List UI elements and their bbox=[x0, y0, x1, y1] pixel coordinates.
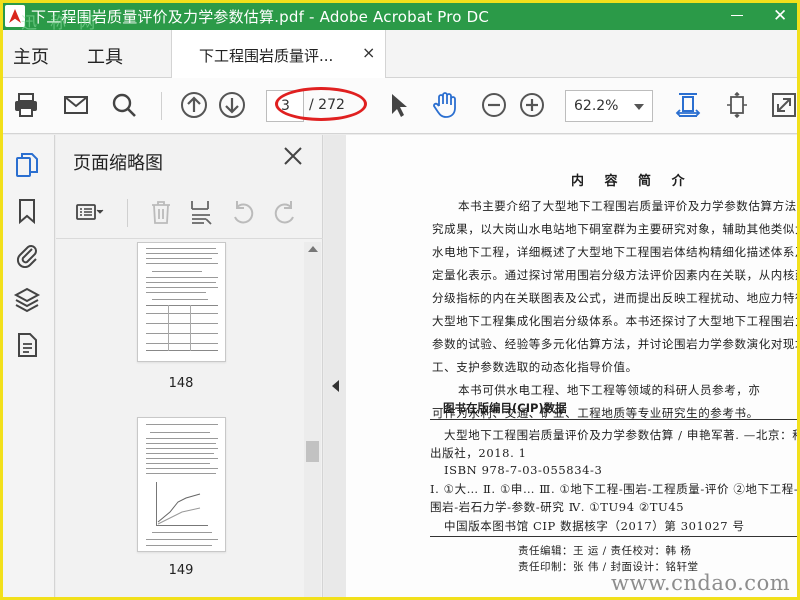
cip-top-rule bbox=[430, 419, 797, 420]
close-tab-button[interactable]: × bbox=[362, 43, 375, 62]
page-thumbnail[interactable] bbox=[137, 417, 226, 552]
intro-line: 参数的试验、经验等多元化估算方法，并讨论围岩力学参数演化对现场施 bbox=[432, 337, 797, 351]
pdf-page: 内 容 简 介 本书主要介绍了大型地下工程围岩质量评价及力学参数估算方法的研 究… bbox=[346, 135, 797, 597]
cip-line: 大型地下工程围岩质量评价及力学参数估算 / 申艳军著. —北京：科学 bbox=[444, 428, 797, 442]
acrobat-window: 下工程围岩质量评价及力学参数估算.pdf - Adobe Acrobat Pro… bbox=[0, 0, 800, 600]
thumbnail-list: 148 149 bbox=[56, 242, 304, 597]
document-properties-icon[interactable] bbox=[13, 331, 41, 359]
delete-icon[interactable] bbox=[146, 197, 176, 227]
thumbnail-scrollbar[interactable] bbox=[304, 242, 321, 597]
cip-bottom-rule bbox=[430, 536, 797, 537]
panel-collapse-strip[interactable] bbox=[324, 135, 346, 597]
menu-bar: 主页 工具 下工程围岩质量评... × bbox=[3, 30, 797, 78]
intro-line: 分级指标的内在关联图表及公式，进而提出反映工程扰动、地应力特征的 bbox=[432, 291, 797, 305]
close-icon[interactable] bbox=[282, 145, 304, 167]
cip-line: Ⅰ. ①大… Ⅱ. ①申… Ⅲ. ①地下工程-围岩-工程质量-评价 ②地下工程- bbox=[430, 482, 797, 496]
zoom-in-icon[interactable] bbox=[517, 90, 547, 120]
thumbnail-toolbar bbox=[56, 187, 323, 239]
bookmark-icon[interactable] bbox=[13, 197, 41, 225]
document-tab[interactable]: 下工程围岩质量评... × bbox=[171, 30, 386, 78]
chevron-down-icon bbox=[634, 104, 644, 110]
select-arrow-icon[interactable] bbox=[383, 90, 413, 120]
tools-menu[interactable]: 工具 bbox=[87, 43, 123, 69]
document-tab-label: 下工程围岩质量评... bbox=[199, 47, 334, 65]
red-highlight-ellipse bbox=[275, 87, 367, 121]
cip-title: 图书在版编目(CIP)数据 bbox=[443, 401, 567, 415]
intro-line: 定量化表示。通过探讨常用围岩分级方法评价因素内在关联，从内核建立 bbox=[432, 268, 797, 282]
layers-icon[interactable] bbox=[13, 285, 41, 313]
cip-line: 围岩-岩石力学-参数-研究 Ⅳ. ①TU94 ②TU45 bbox=[430, 500, 685, 514]
zoom-value: 62.2% bbox=[574, 98, 619, 114]
cip-line: 中国版本图书馆 CIP 数据核字（2017）第 301027 号 bbox=[444, 519, 745, 533]
audience-line: 本书可供水电工程、地下工程等领域的科研人员参考，亦 bbox=[458, 383, 761, 397]
page-down-icon[interactable] bbox=[217, 90, 247, 120]
intro-line: 工、支护参数选取的动态化指导价值。 bbox=[432, 360, 638, 374]
undo-icon[interactable] bbox=[228, 197, 258, 227]
search-icon[interactable] bbox=[109, 90, 139, 120]
hand-icon[interactable] bbox=[430, 90, 460, 120]
toolbar-divider bbox=[161, 92, 162, 120]
intro-line: 究成果，以大岗山水电站地下硐室群为主要研究对象，辅助其他类似大型 bbox=[432, 222, 797, 236]
fit-page-icon[interactable] bbox=[722, 90, 752, 120]
site-watermark-bottom: www.cndao.com bbox=[611, 571, 791, 595]
fit-width-icon[interactable] bbox=[673, 90, 703, 120]
mail-icon[interactable] bbox=[61, 90, 91, 120]
scroll-up-icon[interactable] bbox=[308, 246, 318, 252]
intro-line: 水电地下工程，详细概述了大型地下工程围岩体结构精细化描述体系及 bbox=[432, 245, 797, 259]
thumbnail-page-label: 149 bbox=[168, 563, 194, 578]
page-thumbnails-icon[interactable] bbox=[13, 151, 41, 179]
minimize-button[interactable] bbox=[731, 15, 743, 16]
redo-icon[interactable] bbox=[270, 197, 300, 227]
collapse-arrow-icon[interactable] bbox=[332, 380, 339, 392]
panel-title: 页面缩略图 bbox=[73, 153, 163, 174]
home-menu[interactable]: 主页 bbox=[13, 43, 49, 69]
extract-icon[interactable] bbox=[186, 197, 216, 227]
cip-line: ISBN 978-7-03-055834-3 bbox=[444, 463, 603, 477]
zoom-level-select[interactable]: 62.2% bbox=[565, 90, 653, 122]
panel-toolbar-divider bbox=[127, 199, 128, 227]
credit-line: 责任编辑：王 运 / 责任校对：韩 杨 bbox=[518, 545, 692, 557]
options-menu-icon[interactable] bbox=[74, 197, 104, 227]
page-up-icon[interactable] bbox=[179, 90, 209, 120]
navigation-rail bbox=[3, 135, 55, 597]
page-thumbnails-panel: 页面缩略图 148 149 bbox=[56, 135, 323, 597]
zoom-out-icon[interactable] bbox=[479, 90, 509, 120]
print-icon[interactable] bbox=[11, 90, 41, 120]
intro-line: 大型地下工程集成化围岩分级体系。本书还探讨了大型地下工程围岩力学 bbox=[432, 314, 797, 328]
document-view[interactable]: 内 容 简 介 本书主要介绍了大型地下工程围岩质量评价及力学参数估算方法的研 究… bbox=[346, 135, 797, 597]
toolbar: 3 / 272 62.2% bbox=[3, 78, 797, 134]
window-title: 下工程围岩质量评价及力学参数估算.pdf - Adobe Acrobat Pro… bbox=[31, 8, 490, 26]
page-thumbnail[interactable] bbox=[137, 242, 226, 362]
thumbnail-page-label: 148 bbox=[168, 376, 194, 391]
attachment-icon[interactable] bbox=[13, 240, 41, 269]
close-window-button[interactable]: ✕ bbox=[773, 6, 787, 26]
cip-line: 出版社，2018. 1 bbox=[430, 446, 527, 460]
page-heading: 内 容 简 介 bbox=[571, 174, 693, 189]
scrollbar-thumb[interactable] bbox=[306, 441, 319, 462]
title-bar: 下工程围岩质量评价及力学参数估算.pdf - Adobe Acrobat Pro… bbox=[3, 3, 797, 32]
fullscreen-icon[interactable] bbox=[769, 90, 797, 120]
intro-line: 本书主要介绍了大型地下工程围岩质量评价及力学参数估算方法的研 bbox=[458, 199, 797, 213]
